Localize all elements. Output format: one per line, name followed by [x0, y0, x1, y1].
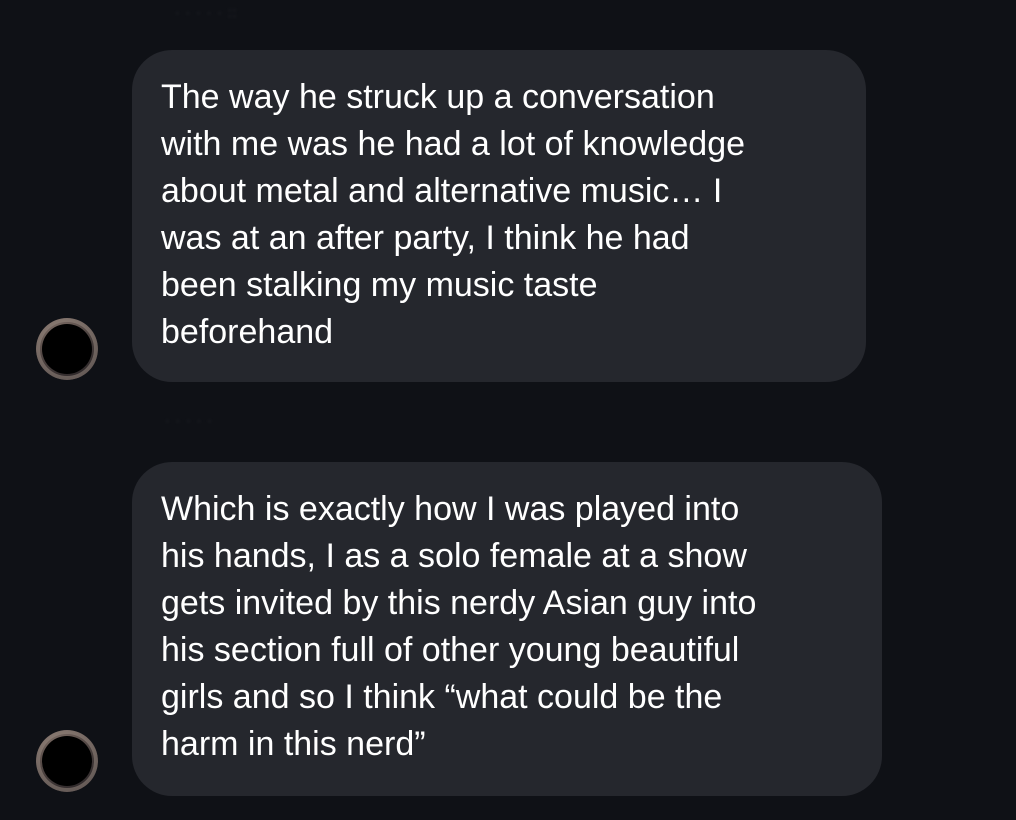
redacted-sender-name: · · · · ·: [165, 412, 213, 428]
redaction-mask: [42, 324, 92, 374]
avatar[interactable]: [36, 318, 98, 380]
redaction-mask: [42, 736, 92, 786]
message-bubble[interactable]: The way he struck up a conversation with…: [132, 50, 866, 382]
redacted-sender-name: · · · · · ::: [175, 4, 238, 20]
message-bubble[interactable]: Which is exactly how I was played into h…: [132, 462, 882, 796]
message-thread: · · · · · :: The way he struck up a conv…: [0, 0, 1016, 820]
avatar[interactable]: [36, 730, 98, 792]
